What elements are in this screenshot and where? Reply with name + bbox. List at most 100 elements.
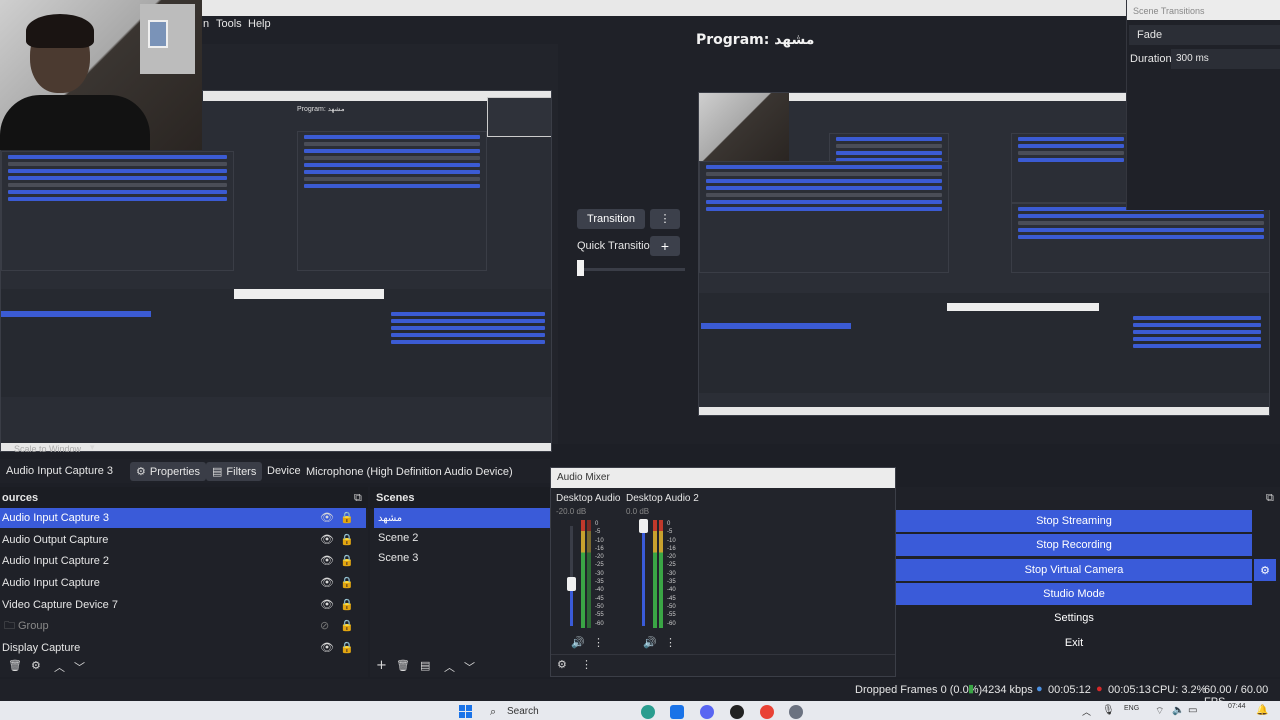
speaker-icon[interactable]: 🔊 — [643, 636, 657, 649]
stream-clock-icon: ● — [1036, 683, 1043, 695]
scale-label[interactable]: Scale to Window — [14, 444, 81, 454]
duration-input[interactable]: 300 ms — [1171, 49, 1280, 69]
more-vertical-icon[interactable]: ⋮ — [665, 636, 676, 649]
chevron-down-icon[interactable]: ▾ — [90, 443, 95, 453]
level-meter — [587, 520, 591, 628]
source-item[interactable]: Display Capture — [0, 638, 366, 658]
menu-help[interactable]: Help — [248, 18, 271, 30]
transition-menu-icon[interactable]: ⋮ — [650, 209, 680, 229]
add-quick-transition-icon[interactable]: + — [650, 236, 680, 256]
db-tick: -5 — [595, 529, 601, 536]
undock-icon[interactable]: ⧉ — [1266, 491, 1274, 505]
level-meter — [653, 520, 657, 628]
tray-chevron-icon[interactable]: ︿ — [1082, 705, 1091, 718]
scene-item[interactable]: Scene 2 — [374, 528, 550, 548]
source-item[interactable]: Audio Input Capture 2 — [0, 551, 366, 571]
windows-start-icon[interactable] — [459, 705, 473, 719]
source-item[interactable]: Video Capture Device 7 — [0, 595, 366, 615]
gear-icon[interactable]: ⚙ — [557, 658, 567, 671]
stop-streaming-button[interactable]: Stop Streaming — [896, 510, 1252, 532]
exit-button[interactable]: Exit — [896, 632, 1252, 654]
scenes-dock: Scenes مشهد Scene 2 Scene 3 + 🗑 ▤ ︿ ﹀ — [370, 487, 550, 677]
lock-icon[interactable]: 🔒 — [340, 598, 354, 611]
source-label: Group — [18, 620, 49, 632]
stop-virtual-camera-button[interactable]: Stop Virtual Camera — [896, 559, 1252, 581]
eye-icon[interactable]: 👁 — [320, 576, 334, 589]
taskbar-search[interactable]: Search — [507, 706, 539, 717]
language-indicator[interactable]: ENG — [1124, 705, 1139, 712]
virtual-camera-settings-button[interactable]: ⚙ — [1254, 559, 1276, 581]
chevron-up-icon[interactable]: ︿ — [54, 659, 65, 675]
settings-button[interactable]: Settings — [896, 607, 1252, 629]
channel-db: -20.0 dB — [556, 507, 587, 516]
transition-select[interactable]: Fade — [1129, 25, 1280, 45]
trash-icon[interactable]: 🗑 — [8, 659, 22, 672]
chevron-up-icon[interactable]: ︿ — [444, 659, 455, 675]
menu-tools[interactable]: Tools — [216, 18, 242, 30]
lock-icon[interactable]: 🔒 — [340, 641, 354, 654]
add-icon[interactable]: + — [376, 658, 387, 673]
volume-fader-handle[interactable] — [639, 519, 648, 533]
scene-transitions-dock: Scene Transitions Fade Duration 300 ms — [1126, 0, 1280, 210]
volume-fader-handle[interactable] — [567, 577, 576, 591]
lock-icon[interactable]: 🔒 — [340, 576, 354, 589]
search-icon[interactable]: ⌕ — [490, 705, 496, 719]
settings-app-icon[interactable] — [789, 705, 803, 719]
trash-icon[interactable]: 🗑 — [396, 659, 410, 672]
source-item[interactable]: Audio Input Capture 3 — [0, 508, 366, 528]
source-item[interactable]: Audio Input Capture — [0, 573, 366, 593]
more-vertical-icon[interactable]: ⋮ — [581, 658, 592, 671]
db-tick: -16 — [667, 545, 676, 552]
studio-mode-button[interactable]: Studio Mode — [896, 583, 1252, 605]
transition-slider-handle[interactable] — [577, 260, 584, 276]
level-meter — [581, 520, 585, 628]
transition-button[interactable]: Transition — [577, 209, 645, 229]
transition-slider[interactable] — [577, 268, 685, 271]
battery-icon[interactable]: ▭ — [1188, 705, 1197, 716]
program-label: Program: مشهد — [696, 32, 815, 48]
selected-source-name: Audio Input Capture 3 — [6, 465, 114, 477]
edge-icon[interactable] — [641, 705, 655, 719]
eye-icon[interactable]: 👁 — [320, 598, 334, 611]
source-item[interactable]: Audio Output Capture — [0, 530, 366, 550]
volume-icon[interactable]: 🔈 — [1172, 705, 1184, 716]
db-scale: 0 -5 -10 -16 -20 -25 -30 -35 -40 -45 -50 -55 -60 — [595, 520, 604, 628]
microphone-icon[interactable]: 🎙 — [1102, 705, 1115, 716]
filters-button[interactable]: ▤ Filters — [206, 462, 263, 481]
lock-icon[interactable]: 🔒 — [340, 554, 354, 567]
eye-icon[interactable]: 👁 — [320, 554, 334, 567]
undock-icon[interactable]: ⧉ — [354, 491, 362, 505]
more-vertical-icon[interactable]: ⋮ — [593, 636, 604, 649]
scene-transitions-title: Scene Transitions — [1133, 6, 1205, 16]
taskbar: ⌕ Search ︿ 🎙 ENG ⌔ 🔈 ▭ 07:44 🔔 — [0, 701, 1280, 720]
chevron-down-icon[interactable]: ﹀ — [74, 659, 85, 675]
chrome-icon[interactable] — [760, 705, 774, 719]
scene-item[interactable]: مشهد — [374, 508, 550, 528]
lock-icon[interactable]: 🔒 — [340, 619, 354, 632]
gear-icon[interactable]: ⚙ — [31, 659, 41, 672]
source-group[interactable]: 🗀 Group — [0, 616, 366, 636]
store-icon[interactable] — [670, 705, 684, 719]
discord-icon[interactable] — [700, 705, 714, 719]
properties-button[interactable]: ⚙ Properties — [130, 462, 207, 481]
chevron-down-icon[interactable]: ﹀ — [464, 659, 475, 675]
rec-time: 00:05:13 — [1108, 684, 1151, 696]
clock[interactable]: 07:44 — [1228, 703, 1246, 710]
scene-item[interactable]: Scene 3 — [374, 548, 550, 568]
lock-icon[interactable]: 🔒 — [340, 511, 354, 524]
lock-icon[interactable]: 🔒 — [340, 533, 354, 546]
filter-icon[interactable]: ▤ — [420, 659, 430, 672]
device-select[interactable]: Microphone (High Definition Audio Device… — [300, 462, 519, 481]
db-tick: -25 — [667, 562, 676, 569]
speaker-icon[interactable]: 🔊 — [571, 636, 585, 649]
eye-hidden-icon[interactable]: ⊘ — [320, 619, 329, 632]
eye-icon[interactable]: 👁 — [320, 511, 334, 524]
eye-icon[interactable]: 👁 — [320, 533, 334, 546]
obs-icon[interactable] — [730, 705, 744, 719]
wifi-icon[interactable]: ⌔ — [1155, 705, 1164, 718]
dropped-frames: Dropped Frames 0 (0.0%) — [855, 684, 983, 696]
menu-partial[interactable]: n — [203, 18, 209, 30]
stop-recording-button[interactable]: Stop Recording — [896, 534, 1252, 556]
notification-icon[interactable]: 🔔 — [1256, 705, 1268, 716]
eye-icon[interactable]: 👁 — [320, 641, 334, 654]
